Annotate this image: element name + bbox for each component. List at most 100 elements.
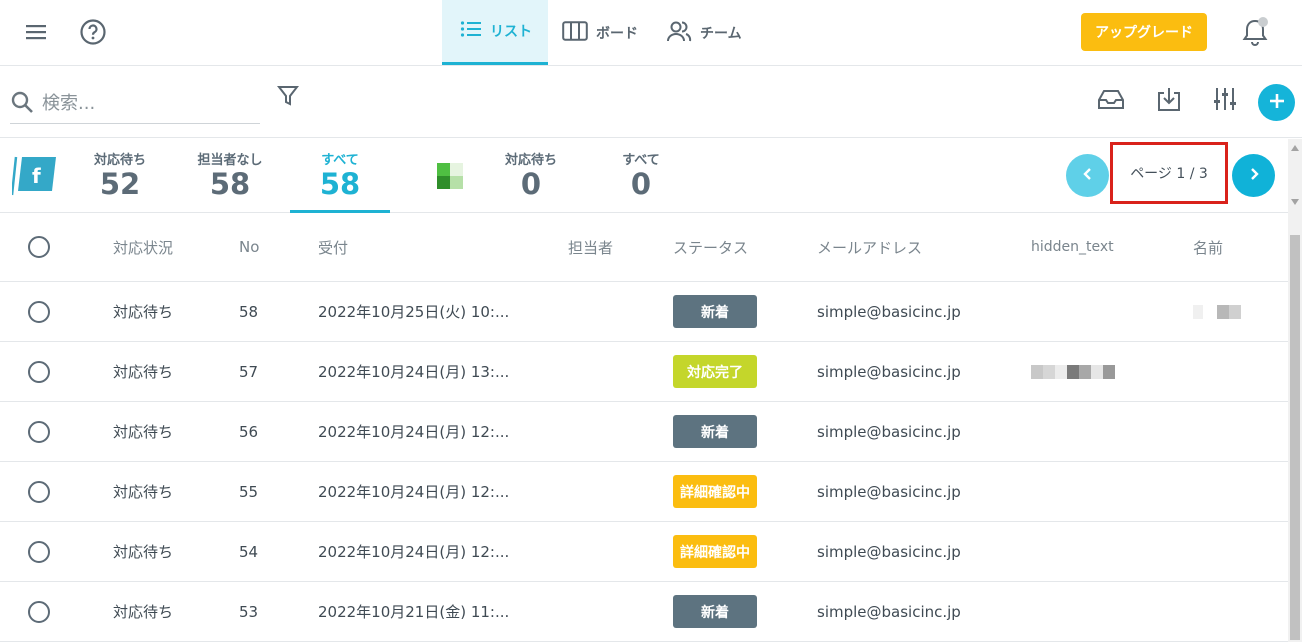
table-row[interactable]: 対応待ち 56 2022年10月24日(月) 12:... 新着 simple@… [0, 402, 1288, 462]
row-date: 2022年10月24日(月) 13:... [318, 363, 510, 381]
row-email: simple@basicinc.jp [817, 362, 961, 381]
status-badge[interactable]: 新着 [673, 595, 757, 628]
stat-waiting-2[interactable]: 対応待ち 0 [495, 149, 567, 201]
ticket-table: 対応状況 No 受付 担当者 ステータス メールアドレス hidden_text… [0, 213, 1288, 642]
top-bar: リスト ボード チーム アップグレード [0, 0, 1302, 66]
column-header[interactable]: 担当者 [568, 213, 613, 281]
svg-text:f: f [32, 164, 41, 188]
row-status-cell: 詳細確認中 [673, 462, 757, 521]
upgrade-button[interactable]: アップグレード [1081, 13, 1207, 51]
column-header[interactable]: hidden_text [1031, 213, 1114, 281]
tab-list[interactable]: リスト [442, 0, 548, 65]
row-email: simple@basicinc.jp [817, 422, 961, 441]
toolbar [0, 66, 1302, 138]
add-button[interactable] [1258, 84, 1295, 121]
row-date: 2022年10月25日(火) 10:... [318, 303, 510, 321]
column-header[interactable]: メールアドレス [817, 213, 922, 281]
row-status-cell: 新着 [673, 282, 757, 341]
scrollbar[interactable] [1288, 139, 1302, 642]
stat-label: 対応待ち [93, 153, 146, 168]
row-date: 2022年10月24日(月) 12:... [318, 483, 510, 501]
scroll-up-arrow-icon[interactable] [1288, 141, 1302, 155]
row-status: 対応待ち [113, 543, 174, 561]
row-checkbox[interactable] [28, 402, 50, 461]
stat-all-2[interactable]: すべて 0 [610, 149, 672, 201]
column-header[interactable]: 名前 [1193, 213, 1223, 281]
row-status: 対応待ち [113, 303, 174, 321]
row-checkbox[interactable] [28, 282, 50, 341]
column-header[interactable]: 対応状況 [113, 213, 173, 281]
row-status: 対応待ち [113, 363, 174, 381]
scroll-thumb[interactable] [1290, 235, 1300, 640]
menu-icon[interactable] [22, 18, 50, 46]
tab-team[interactable]: チーム [666, 0, 756, 65]
stat-value: 52 [99, 167, 141, 201]
row-checkbox[interactable] [28, 522, 50, 581]
table-row[interactable]: 対応待ち 58 2022年10月25日(火) 10:... 新着 simple@… [0, 282, 1288, 342]
select-all-checkbox[interactable] [28, 213, 50, 281]
column-header[interactable]: ステータス [673, 213, 748, 281]
status-badge[interactable]: 新着 [673, 295, 757, 328]
stat-label: すべて [321, 153, 359, 168]
row-no: 55 [239, 482, 259, 501]
row-checkbox[interactable] [28, 342, 50, 401]
search-icon [10, 90, 34, 118]
row-date: 2022年10月24日(月) 12:... [318, 543, 510, 561]
row-no: 57 [239, 362, 259, 381]
filter-icon[interactable] [274, 82, 302, 110]
bell-icon[interactable] [1238, 15, 1272, 49]
row-date: 2022年10月24日(月) 12:... [318, 423, 510, 441]
plus-icon [1268, 92, 1286, 114]
row-email: simple@basicinc.jp [817, 602, 961, 621]
chevron-right-icon [1247, 166, 1261, 185]
row-no: 58 [239, 302, 259, 321]
column-header[interactable]: No [239, 213, 259, 281]
page-indicator: ページ 1 / 3 [1110, 142, 1228, 204]
stat-all[interactable]: すべて 58 [305, 149, 375, 201]
row-no: 56 [239, 422, 259, 441]
stats-bar: f 対応待ち 52 担当者なし 58 すべて 58 対応待ち 0 すべて 0 ペ… [0, 139, 1288, 213]
status-badge[interactable]: 詳細確認中 [673, 535, 757, 568]
next-page-button[interactable] [1232, 154, 1275, 197]
row-checkbox[interactable] [28, 582, 50, 641]
row-email: simple@basicinc.jp [817, 302, 961, 321]
redacted-name [1193, 282, 1241, 341]
column-header[interactable]: 受付 [318, 213, 348, 281]
tab-board[interactable]: ボード [562, 0, 652, 65]
status-badge[interactable]: 詳細確認中 [673, 475, 757, 508]
stat-value: 0 [630, 167, 652, 201]
stat-waiting[interactable]: 対応待ち 52 [82, 149, 158, 201]
stat-value: 0 [520, 167, 542, 201]
team-icon [666, 20, 692, 46]
table-row[interactable]: 対応待ち 57 2022年10月24日(月) 13:... 対応完了 simpl… [0, 342, 1288, 402]
row-status-cell: 新着 [673, 402, 757, 461]
search-input[interactable] [42, 93, 242, 114]
row-no: 54 [239, 542, 259, 561]
table-row[interactable]: 対応待ち 54 2022年10月24日(月) 12:... 詳細確認中 simp… [0, 522, 1288, 582]
scroll-down-arrow-icon[interactable] [1288, 195, 1302, 209]
settings-icon[interactable] [1210, 84, 1240, 114]
status-badge[interactable]: 対応完了 [673, 355, 757, 388]
redacted-hidden-text [1031, 342, 1115, 401]
row-email: simple@basicinc.jp [817, 542, 961, 561]
stat-label: すべて [622, 153, 660, 168]
help-icon[interactable] [78, 17, 108, 47]
row-checkbox[interactable] [28, 462, 50, 521]
row-status: 対応待ち [113, 603, 174, 621]
table-row[interactable]: 対応待ち 53 2022年10月21日(金) 11:... 新着 simple@… [0, 582, 1288, 642]
download-icon[interactable] [1154, 84, 1184, 114]
prev-page-button[interactable] [1066, 154, 1109, 197]
stat-unassigned[interactable]: 担当者なし 58 [188, 149, 272, 201]
stat-value: 58 [209, 167, 251, 201]
inbox-icon[interactable] [1096, 84, 1126, 114]
status-badge[interactable]: 新着 [673, 415, 757, 448]
row-email: simple@basicinc.jp [817, 482, 961, 501]
row-status: 対応待ち [113, 423, 174, 441]
table-row[interactable]: 対応待ち 55 2022年10月24日(月) 12:... 詳細確認中 simp… [0, 462, 1288, 522]
row-status-cell: 詳細確認中 [673, 522, 757, 581]
green-app-logo-icon [437, 163, 465, 191]
tab-list-label: リスト [490, 24, 532, 40]
tab-board-label: ボード [596, 25, 638, 42]
row-no: 53 [239, 602, 259, 621]
chevron-left-icon [1081, 166, 1095, 185]
